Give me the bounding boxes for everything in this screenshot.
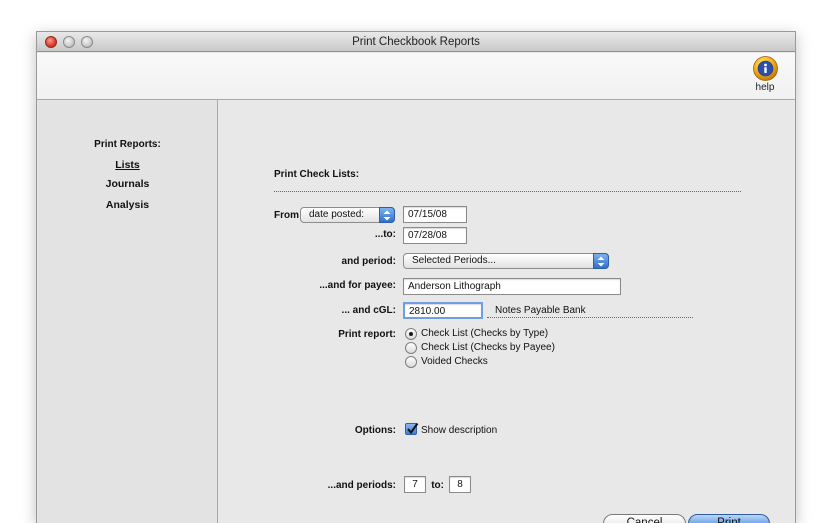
cgl-field[interactable]: 2810.00: [403, 302, 483, 319]
select-arrows-icon: [379, 207, 395, 223]
sidebar-title: Print Reports:: [94, 139, 161, 150]
radio-button[interactable]: [405, 342, 417, 354]
options-label: Options:: [354, 425, 396, 436]
radio-checks-by-payee[interactable]: Check List (Checks by Payee): [405, 342, 605, 355]
radio-label: Check List (Checks by Type): [421, 328, 549, 339]
periods-label: ...and periods:: [327, 480, 396, 491]
period-label: and period:: [341, 256, 396, 267]
cgl-label: ... and cGL:: [341, 305, 396, 316]
period-to-label: to:: [431, 480, 444, 491]
payee-field[interactable]: Anderson Lithograph: [403, 278, 621, 295]
select-arrows-icon: [593, 253, 609, 269]
zoom-window-button[interactable]: [81, 36, 93, 48]
sidebar: Print Reports: Lists Journals Analysis: [37, 100, 218, 523]
date-type-select-value: date posted:: [309, 209, 365, 220]
section-title: Print Check Lists:: [274, 169, 360, 180]
main-panel: Print Check Lists: From date posted: 07/…: [219, 100, 795, 523]
period-from-field[interactable]: 7: [404, 476, 426, 493]
cgl-description-underline: [487, 317, 693, 318]
radio-button[interactable]: [405, 356, 417, 368]
checkmark-icon: [407, 422, 419, 435]
info-icon: [752, 56, 778, 81]
cgl-description: Notes Payable Bank: [495, 305, 586, 316]
from-date-field[interactable]: 07/15/08: [403, 206, 467, 223]
radio-button-selected[interactable]: [405, 328, 417, 340]
to-label: ...to:: [374, 229, 396, 240]
toolbar: help: [37, 53, 795, 100]
radio-label: Voided Checks: [421, 356, 488, 367]
date-type-select[interactable]: date posted:: [300, 207, 395, 223]
print-checkbook-reports-window: Print Checkbook Reports help Print Repor…: [36, 31, 796, 523]
sidebar-item-lists[interactable]: Lists: [37, 159, 218, 171]
title-bar: Print Checkbook Reports: [37, 32, 795, 52]
radio-voided-checks[interactable]: Voided Checks: [405, 356, 605, 369]
sidebar-item-journals[interactable]: Journals: [37, 178, 218, 190]
help-button[interactable]: help: [747, 56, 783, 96]
close-window-button[interactable]: [45, 36, 57, 48]
radio-checks-by-type[interactable]: Check List (Checks by Type): [405, 328, 605, 341]
radio-label: Check List (Checks by Payee): [421, 342, 555, 353]
payee-label: ...and for payee:: [319, 280, 396, 291]
sidebar-item-analysis[interactable]: Analysis: [37, 199, 218, 211]
show-description-checkbox[interactable]: [405, 422, 419, 435]
help-label: help: [755, 82, 775, 93]
period-select[interactable]: Selected Periods...: [403, 253, 609, 269]
show-description-label[interactable]: Show description: [421, 425, 497, 436]
to-date-field[interactable]: 07/28/08: [403, 227, 467, 244]
print-button[interactable]: Print: [688, 514, 770, 523]
minimize-window-button[interactable]: [63, 36, 75, 48]
section-divider: [274, 191, 741, 192]
period-select-value: Selected Periods...: [412, 255, 496, 266]
from-label: From: [274, 210, 299, 221]
period-to-field[interactable]: 8: [449, 476, 471, 493]
window-title: Print Checkbook Reports: [352, 36, 480, 48]
print-report-label: Print report:: [338, 329, 396, 340]
cancel-button[interactable]: Cancel: [603, 514, 686, 523]
